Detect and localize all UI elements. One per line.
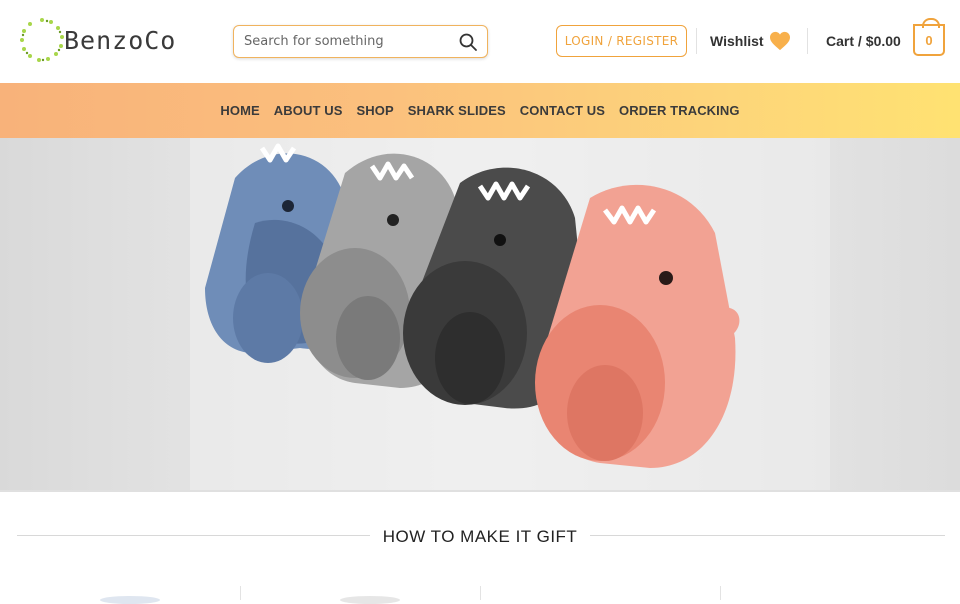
product-thumbnail[interactable] [100,596,160,604]
nav-item-shop[interactable]: SHOP [357,103,394,118]
cart-link[interactable]: Cart / $0.00 [826,30,901,52]
nav-item-contact-us[interactable]: CONTACT US [520,103,605,118]
site-header: BenzoCo LOGIN / REGISTER Wishlist Cart /… [0,0,960,83]
cart-amount: $0.00 [865,33,901,49]
wishlist-link[interactable]: Wishlist [710,30,791,52]
hero-image [0,138,960,492]
heart-icon [769,31,790,51]
product-divider [240,586,241,600]
cart-count: 0 [925,32,933,48]
heading-rule-right [590,535,945,536]
search-input[interactable] [244,34,444,49]
nav-item-shark-slides[interactable]: SHARK SLIDES [408,103,506,118]
wishlist-label: Wishlist [710,33,764,49]
brand-name: BenzoCo [64,25,177,55]
bag-icon[interactable]: 0 [913,18,945,56]
section-title: HOW TO MAKE IT GIFT [382,527,578,546]
header-divider [807,28,808,54]
login-register-button[interactable]: LOGIN / REGISTER [556,25,687,57]
product-divider [480,586,481,600]
product-grid [0,578,960,604]
main-nav: HOME ABOUT US SHOP SHARK SLIDES CONTACT … [0,83,960,138]
nav-item-order-tracking[interactable]: ORDER TRACKING [619,103,740,118]
nav-item-home[interactable]: HOME [220,103,259,118]
hero-banner[interactable] [0,138,960,492]
nav-item-about-us[interactable]: ABOUT US [274,103,343,118]
section-heading: HOW TO MAKE IT GIFT [0,520,960,552]
brand-logo[interactable]: BenzoCo [18,14,208,66]
search-box [233,25,488,58]
logo-dots-icon [20,18,64,62]
search-icon[interactable] [458,32,478,52]
header-divider [696,28,697,54]
cart-label: Cart / [826,33,862,49]
product-divider [720,586,721,600]
product-thumbnail[interactable] [340,596,400,604]
